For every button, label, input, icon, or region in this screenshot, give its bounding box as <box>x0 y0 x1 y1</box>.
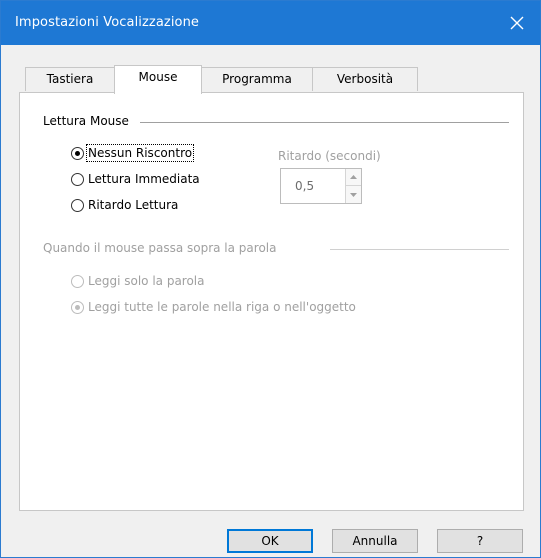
window-title: Impostazioni Vocalizzazione <box>15 15 200 30</box>
chevron-down-icon <box>350 192 357 197</box>
radio-indicator[interactable] <box>71 146 84 160</box>
tab-panel-mouse: Lettura Mouse Nessun Riscontro Lettura I… <box>19 92 524 511</box>
group-title-hover: Quando il mouse passa sopra la parola <box>43 241 283 255</box>
spin-down-button[interactable] <box>345 186 361 203</box>
title-bar[interactable]: Impostazioni Vocalizzazione <box>1 1 540 45</box>
chevron-up-icon <box>350 175 357 179</box>
help-button[interactable]: ? <box>437 529 523 553</box>
radio-label: Leggi solo la parola <box>88 274 205 288</box>
radio-indicator[interactable] <box>71 274 84 288</box>
tab-mouse[interactable]: Mouse <box>114 65 202 94</box>
radio-label: Leggi tutte le parole nella riga o nell'… <box>88 300 356 314</box>
group-divider <box>140 122 509 123</box>
tab-programma[interactable]: Programma <box>201 67 313 91</box>
delay-value[interactable]: 0,5 <box>295 179 314 193</box>
close-icon <box>510 16 524 30</box>
group-divider <box>330 249 509 250</box>
radio-lettura-immediata[interactable]: Lettura Immediata <box>71 172 200 186</box>
radio-indicator[interactable] <box>71 300 84 314</box>
spin-up-button[interactable] <box>345 169 361 186</box>
radio-label: Nessun Riscontro <box>85 144 195 162</box>
ok-button[interactable]: OK <box>227 529 313 553</box>
radio-indicator[interactable] <box>71 198 84 212</box>
delay-spinbox[interactable]: 0,5 <box>280 168 362 204</box>
group-title-mouse-reading: Lettura Mouse <box>43 114 135 128</box>
radio-leggi-solo-parola[interactable]: Leggi solo la parola <box>71 274 205 288</box>
cancel-button[interactable]: Annulla <box>332 529 418 553</box>
radio-nessun-riscontro[interactable]: Nessun Riscontro <box>71 144 195 162</box>
radio-label: Ritardo Lettura <box>88 198 179 212</box>
tab-tastiera[interactable]: Tastiera <box>25 67 115 91</box>
delay-label: Ritardo (secondi) <box>278 149 381 163</box>
radio-label: Lettura Immediata <box>88 172 200 186</box>
tab-strip: Tastiera Mouse Programma Verbosità <box>19 65 519 94</box>
radio-ritardo-lettura[interactable]: Ritardo Lettura <box>71 198 178 212</box>
tab-verbosita[interactable]: Verbosità <box>312 67 418 91</box>
radio-indicator[interactable] <box>71 172 84 186</box>
dialog-window: Impostazioni Vocalizzazione Tastiera Mou… <box>0 0 541 558</box>
close-button[interactable] <box>494 1 540 45</box>
radio-leggi-tutte-parole[interactable]: Leggi tutte le parole nella riga o nell'… <box>71 300 356 314</box>
